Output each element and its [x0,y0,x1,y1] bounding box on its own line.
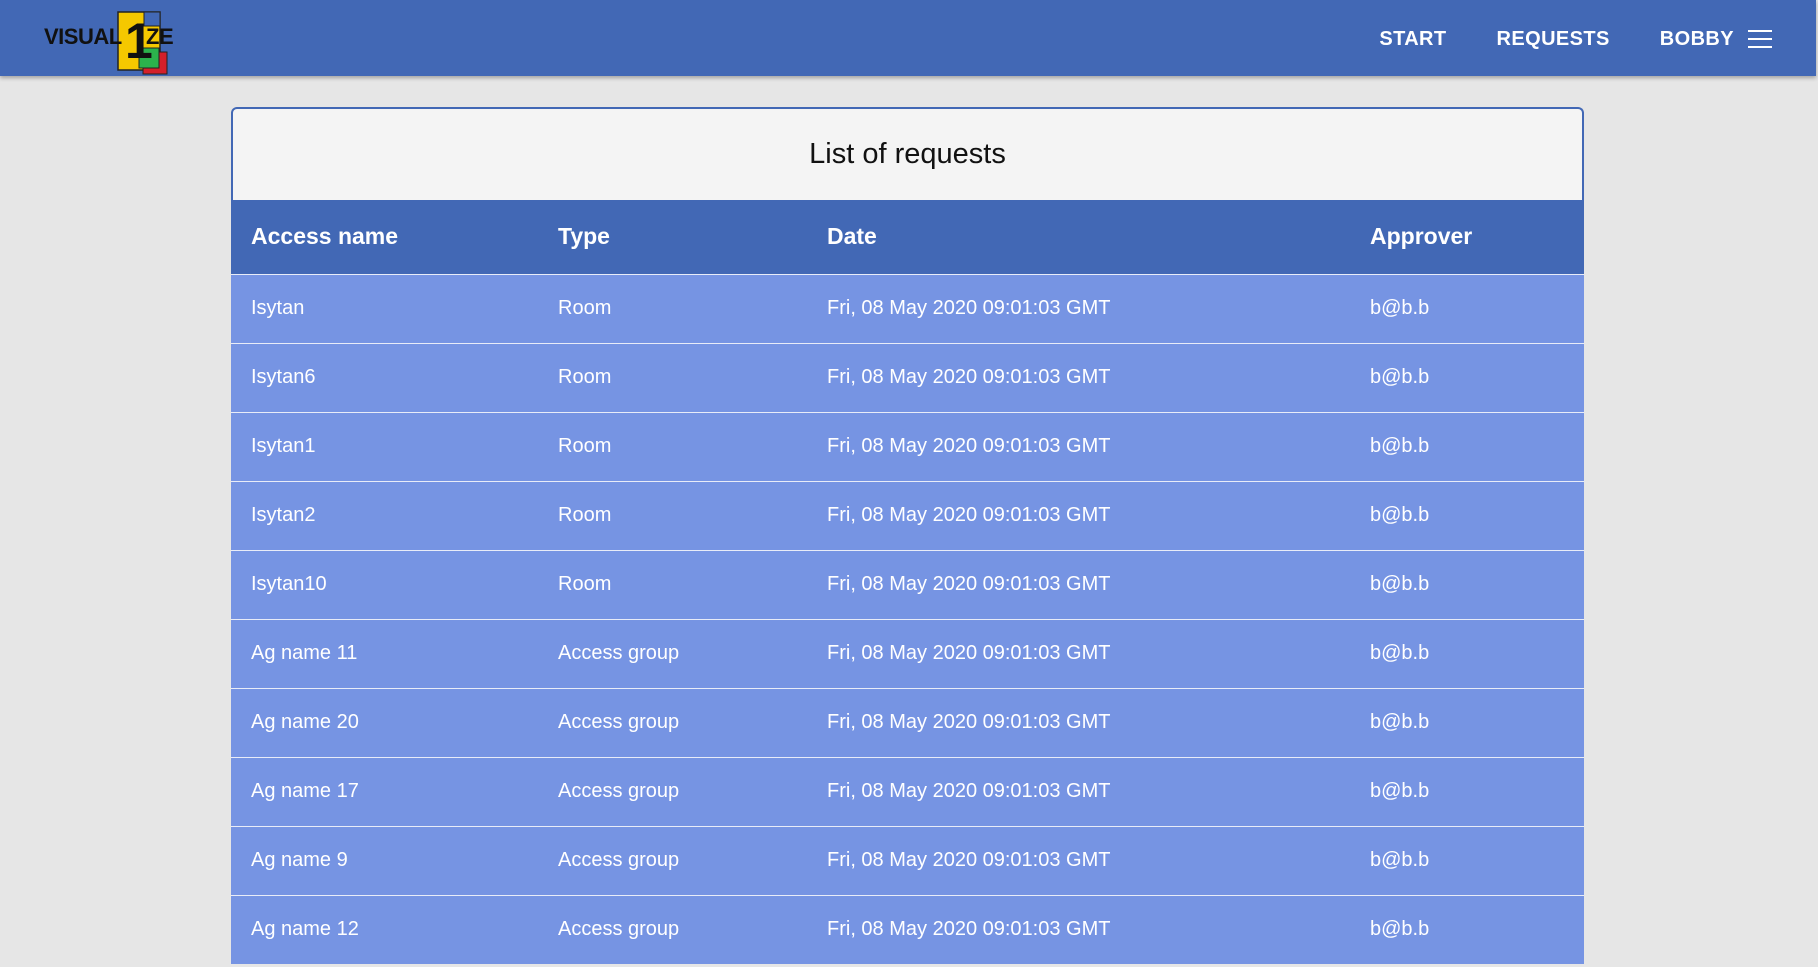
cell-approver: b@b.b [1370,918,1430,941]
cell-access-name: Ag name 17 [251,780,359,802]
cell-access-name: Ag name 9 [251,849,348,871]
table-row[interactable]: Ag name 12 Access group Fri, 08 May 2020… [231,895,1584,964]
cell-access-name: Isytan2 [251,504,316,526]
table-row[interactable]: Isytan6 Room Fri, 08 May 2020 09:01:03 G… [231,343,1584,412]
cell-date: Fri, 08 May 2020 09:01:03 GMT [827,642,1111,664]
table-row[interactable]: Ag name 9 Access group Fri, 08 May 2020 … [231,826,1584,895]
cell-access-name: Isytan [251,297,305,319]
cell-date: Fri, 08 May 2020 09:01:03 GMT [827,711,1111,733]
logo-text-left: VISUAL [44,24,122,49]
column-header-date: Date [827,223,877,250]
cell-approver: b@b.b [1370,366,1430,388]
nav-links: START REQUESTS BOBBY [1329,0,1772,78]
cell-date: Fri, 08 May 2020 09:01:03 GMT [827,366,1111,388]
table-row[interactable]: Isytan Room Fri, 08 May 2020 09:01:03 GM… [231,274,1584,343]
cell-approver: b@b.b [1370,711,1430,733]
cell-date: Fri, 08 May 2020 09:01:03 GMT [827,918,1111,941]
cell-access-name: Isytan1 [251,435,316,457]
cell-date: Fri, 08 May 2020 09:01:03 GMT [827,435,1111,457]
cell-date: Fri, 08 May 2020 09:01:03 GMT [827,504,1111,526]
cell-date: Fri, 08 May 2020 09:01:03 GMT [827,573,1111,595]
table-row[interactable]: Isytan2 Room Fri, 08 May 2020 09:01:03 G… [231,481,1584,550]
column-header-approver: Approver [1370,223,1473,250]
cell-approver: b@b.b [1370,297,1430,319]
cell-type: Room [558,435,612,457]
nav-start-link[interactable]: START [1379,28,1446,51]
cell-approver: b@b.b [1370,573,1430,595]
table-row[interactable]: Isytan1 Room Fri, 08 May 2020 09:01:03 G… [231,412,1584,481]
table-header-row: Access name Type Date Approver [231,200,1584,274]
cell-approver: b@b.b [1370,642,1430,664]
cell-type: Access group [558,780,680,802]
cell-approver: b@b.b [1370,849,1430,871]
cell-type: Access group [558,642,680,664]
cell-access-name: Ag name 12 [251,918,359,941]
user-menu-button[interactable]: BOBBY [1660,28,1772,51]
table-row[interactable]: Ag name 17 Access group Fri, 08 May 2020… [231,757,1584,826]
cell-type: Access group [558,849,680,871]
cell-access-name: Ag name 11 [251,642,358,664]
nav-requests-link[interactable]: REQUESTS [1497,28,1610,51]
page-title: List of requests [809,138,1006,170]
table-row[interactable]: Isytan10 Room Fri, 08 May 2020 09:01:03 … [231,550,1584,619]
cell-access-name: Isytan6 [251,366,316,388]
app-logo[interactable]: VISUAL 1 ZE [40,10,180,76]
cell-date: Fri, 08 May 2020 09:01:03 GMT [827,297,1111,319]
cell-approver: b@b.b [1370,504,1430,526]
cell-type: Room [558,573,612,595]
panel-header: List of requests [231,107,1584,200]
cell-type: Room [558,366,612,388]
hamburger-icon [1748,30,1772,48]
table-row[interactable]: Ag name 11 Access group Fri, 08 May 2020… [231,619,1584,688]
cell-type: Access group [558,711,680,733]
cell-type: Access group [558,918,680,941]
logo-text-right: ZE [146,24,174,49]
requests-table: Access name Type Date Approver Isytan Ro… [231,200,1584,964]
user-name: BOBBY [1659,27,1734,50]
table-row[interactable]: Ag name 20 Access group Fri, 08 May 2020… [231,688,1584,757]
cell-access-name: Ag name 20 [251,711,359,733]
column-header-access-name: Access name [251,223,399,250]
top-navbar: VISUAL 1 ZE START REQUESTS BOBBY [0,0,1816,76]
cell-type: Room [558,504,612,526]
cell-date: Fri, 08 May 2020 09:01:03 GMT [827,849,1111,871]
cell-approver: b@b.b [1370,435,1430,457]
cell-access-name: Isytan10 [251,573,327,595]
cell-date: Fri, 08 May 2020 09:01:03 GMT [827,780,1111,802]
column-header-type: Type [558,223,610,250]
cell-type: Room [558,297,612,319]
requests-panel: List of requests Access name Type Date A… [231,107,1584,967]
cell-approver: b@b.b [1370,780,1430,802]
